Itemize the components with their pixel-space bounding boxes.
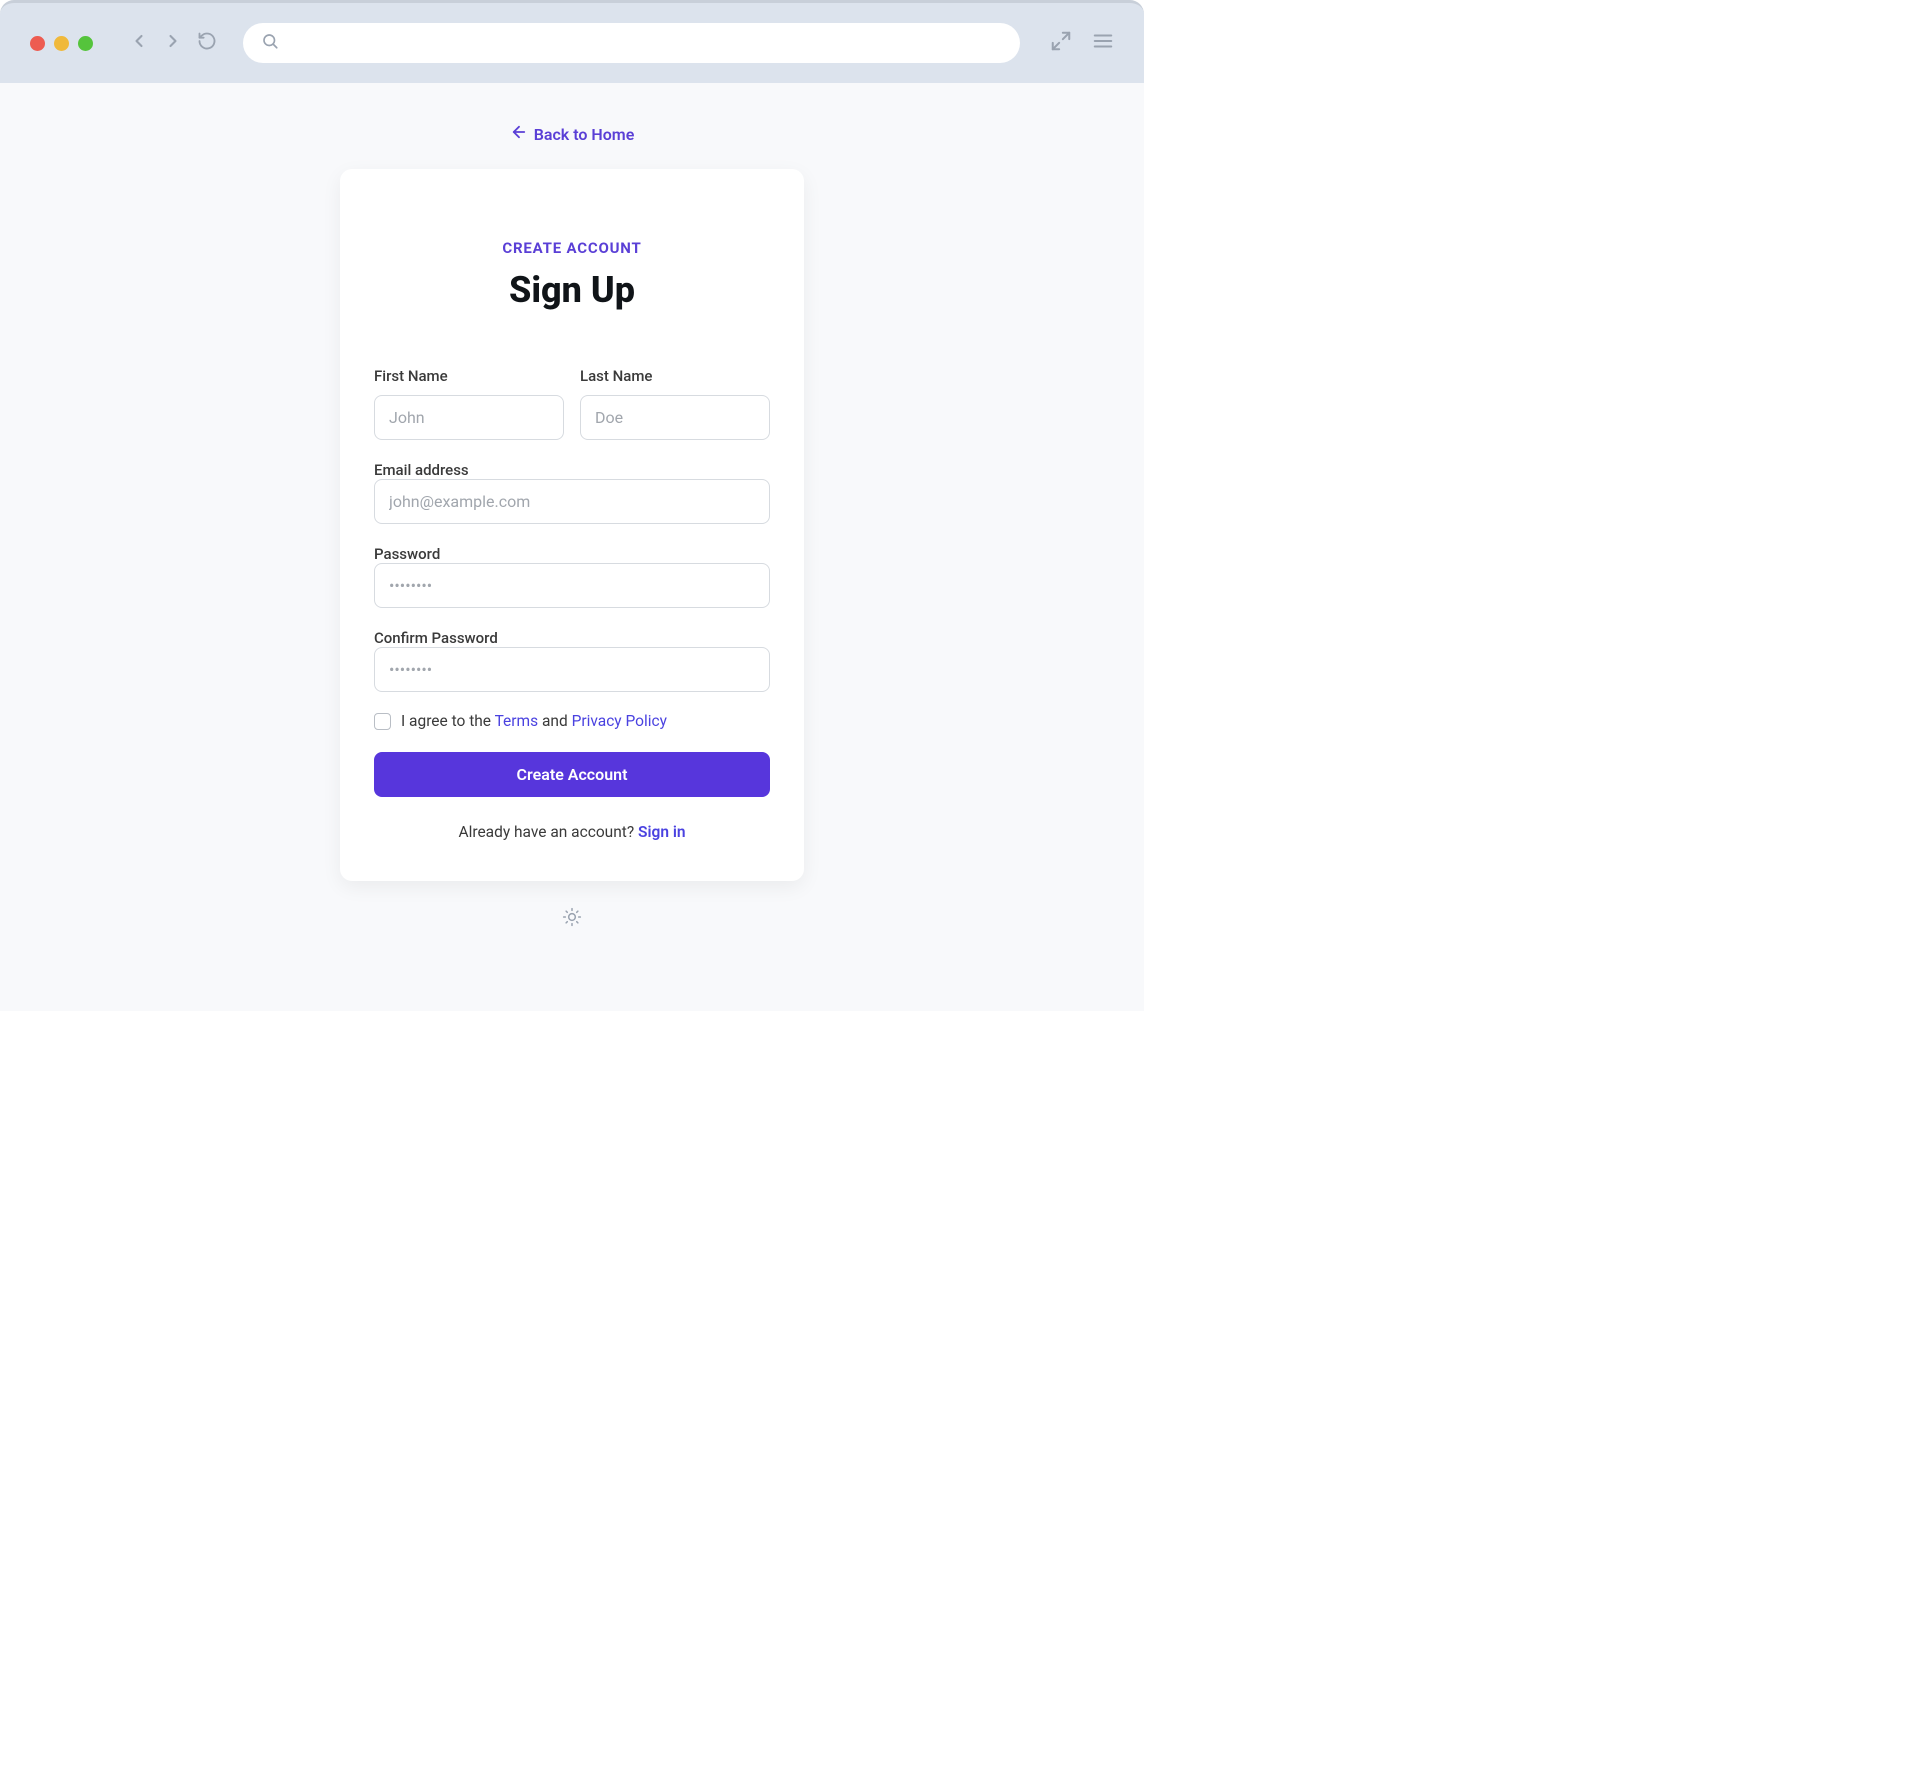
card-subtitle: CREATE ACCOUNT bbox=[374, 239, 770, 257]
terms-and: and bbox=[538, 712, 571, 730]
signup-card: CREATE ACCOUNT Sign Up First Name Last N… bbox=[340, 169, 804, 881]
browser-chrome bbox=[0, 0, 1144, 83]
privacy-link[interactable]: Privacy Policy bbox=[572, 712, 667, 730]
first-name-input[interactable] bbox=[374, 395, 564, 440]
traffic-lights bbox=[30, 36, 93, 51]
card-title: Sign Up bbox=[374, 269, 770, 311]
signin-row: Already have an account? Sign in bbox=[374, 823, 770, 841]
first-name-field: First Name bbox=[374, 367, 564, 440]
search-icon bbox=[261, 32, 279, 54]
last-name-input[interactable] bbox=[580, 395, 770, 440]
expand-icon[interactable] bbox=[1050, 30, 1072, 56]
email-label: Email address bbox=[374, 461, 469, 479]
password-field: Password bbox=[374, 544, 770, 608]
arrow-left-icon bbox=[510, 123, 528, 145]
create-account-button[interactable]: Create Account bbox=[374, 752, 770, 797]
last-name-field: Last Name bbox=[580, 367, 770, 440]
url-bar[interactable] bbox=[243, 23, 1020, 63]
minimize-window-button[interactable] bbox=[54, 36, 69, 51]
confirm-password-label: Confirm Password bbox=[374, 629, 498, 647]
right-controls bbox=[1050, 30, 1114, 56]
email-input[interactable] bbox=[374, 479, 770, 524]
confirm-password-input[interactable] bbox=[374, 647, 770, 692]
browser-frame: Back to Home CREATE ACCOUNT Sign Up Firs… bbox=[0, 0, 1144, 1011]
menu-icon[interactable] bbox=[1092, 30, 1114, 56]
terms-link[interactable]: Terms bbox=[495, 712, 539, 730]
terms-label: I agree to the Terms and Privacy Policy bbox=[401, 712, 667, 730]
first-name-label: First Name bbox=[374, 367, 564, 385]
content-area: Back to Home CREATE ACCOUNT Sign Up Firs… bbox=[0, 83, 1144, 1011]
back-icon[interactable] bbox=[129, 31, 149, 55]
signin-link[interactable]: Sign in bbox=[638, 823, 686, 841]
terms-row: I agree to the Terms and Privacy Policy bbox=[374, 712, 770, 730]
theme-toggle[interactable] bbox=[20, 907, 1124, 931]
signin-prompt: Already have an account? bbox=[458, 823, 638, 841]
forward-icon[interactable] bbox=[163, 31, 183, 55]
email-field: Email address bbox=[374, 460, 770, 524]
password-input[interactable] bbox=[374, 563, 770, 608]
back-to-home-link[interactable]: Back to Home bbox=[20, 123, 1124, 145]
confirm-password-field: Confirm Password bbox=[374, 628, 770, 692]
maximize-window-button[interactable] bbox=[78, 36, 93, 51]
close-window-button[interactable] bbox=[30, 36, 45, 51]
last-name-label: Last Name bbox=[580, 367, 770, 385]
nav-buttons bbox=[129, 31, 217, 55]
terms-checkbox[interactable] bbox=[374, 713, 391, 730]
sun-icon bbox=[562, 907, 582, 931]
back-to-home-label: Back to Home bbox=[534, 125, 635, 144]
terms-prefix: I agree to the bbox=[401, 712, 495, 730]
password-label: Password bbox=[374, 545, 440, 563]
reload-icon[interactable] bbox=[197, 31, 217, 55]
